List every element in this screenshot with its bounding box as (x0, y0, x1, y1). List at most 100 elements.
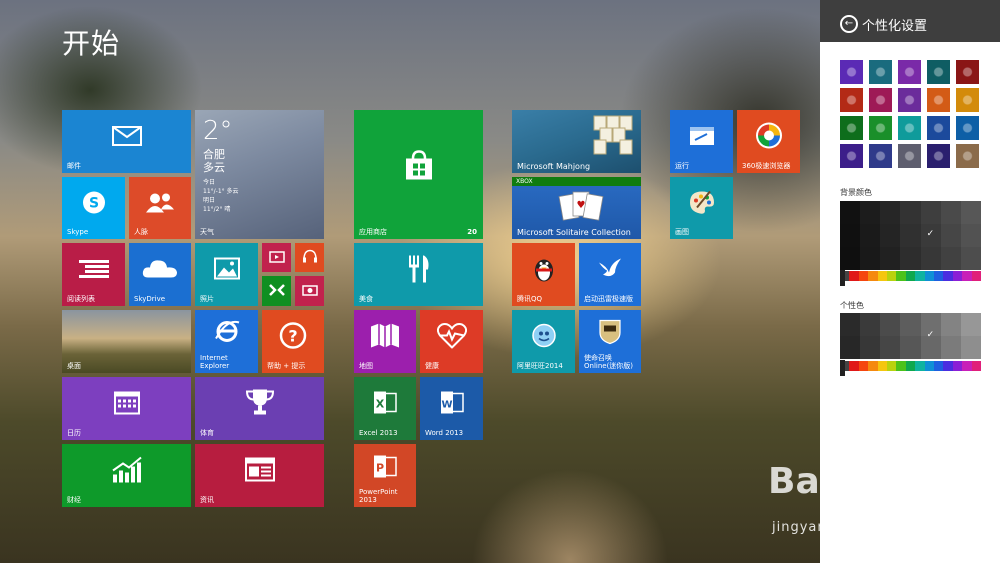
hue-segment[interactable] (943, 361, 953, 371)
tile-video[interactable] (262, 243, 291, 272)
hue-segment[interactable] (877, 361, 888, 371)
tile-powerpoint[interactable]: P PowerPoint 2013 (354, 444, 416, 507)
hue-segment[interactable] (887, 271, 897, 281)
tile-maps[interactable]: 地图 (354, 310, 416, 373)
tile-store[interactable]: 应用商店 20 (354, 110, 483, 239)
tile-thunder-browser[interactable]: 启动迅雷极速版 (579, 243, 641, 306)
color-shade-swatch[interactable] (920, 201, 942, 224)
pattern-swatch[interactable] (956, 60, 979, 84)
pattern-swatch[interactable] (898, 144, 921, 168)
tile-camera[interactable] (295, 276, 324, 306)
pattern-swatch[interactable] (840, 116, 863, 140)
color-shade-swatch[interactable] (860, 247, 881, 270)
pattern-swatch[interactable] (869, 116, 892, 140)
hue-segment[interactable] (896, 361, 906, 371)
hue-segment[interactable] (905, 271, 916, 281)
hue-segment[interactable] (868, 361, 878, 371)
hue-segment[interactable] (915, 361, 925, 371)
color-shade-swatch[interactable] (900, 336, 922, 359)
color-shade-swatch[interactable] (840, 247, 861, 270)
hue-segment[interactable] (905, 361, 916, 371)
back-arrow-icon[interactable]: ← (840, 15, 858, 33)
tile-run[interactable]: 运行 (670, 110, 733, 173)
color-shade-swatch[interactable] (880, 201, 901, 224)
pattern-swatch[interactable] (927, 144, 950, 168)
tile-skydrive[interactable]: SkyDrive (129, 243, 191, 306)
hue-segment[interactable] (971, 361, 982, 371)
color-shade-swatch[interactable] (960, 336, 982, 359)
tile-excel[interactable]: X Excel 2013 (354, 377, 416, 440)
color-shade-swatch[interactable] (860, 201, 881, 224)
pattern-swatch[interactable] (927, 60, 950, 84)
color-shade-swatch[interactable] (960, 247, 982, 270)
hue-segment[interactable] (877, 271, 888, 281)
tile-mail[interactable]: 邮件 (62, 110, 191, 173)
hue-segment[interactable] (934, 271, 944, 281)
hue-segment[interactable] (924, 361, 935, 371)
color-shade-swatch[interactable] (880, 313, 901, 336)
color-shade-swatch[interactable] (920, 247, 942, 270)
tile-calendar[interactable]: 日历 (62, 377, 191, 440)
pattern-swatch[interactable] (956, 144, 979, 168)
tile-help[interactable]: ? 帮助 + 提示 (262, 310, 324, 373)
color-shade-swatch[interactable] (900, 313, 922, 336)
color-shade-swatch[interactable] (960, 224, 982, 247)
color-shade-swatch[interactable] (840, 313, 861, 336)
pattern-swatch[interactable] (869, 88, 892, 112)
hue-segment[interactable] (849, 361, 859, 371)
pattern-swatch[interactable] (956, 88, 979, 112)
color-shade-swatch[interactable] (940, 336, 962, 359)
color-shade-swatch[interactable] (940, 247, 962, 270)
tile-music[interactable] (295, 243, 324, 272)
color-shade-swatch[interactable] (900, 247, 922, 270)
color-shade-swatch[interactable] (840, 224, 861, 247)
tile-finance[interactable]: 财经 (62, 444, 191, 507)
hue-segment[interactable] (896, 271, 906, 281)
tile-skype[interactable]: S Skype (62, 177, 125, 239)
tile-paint[interactable]: 画图 (670, 177, 733, 239)
pattern-swatch[interactable] (898, 88, 921, 112)
pattern-swatch[interactable] (840, 88, 863, 112)
hue-segment[interactable] (962, 271, 972, 281)
tile-qq[interactable]: 腾讯QQ (512, 243, 575, 306)
hue-segment[interactable] (849, 271, 859, 281)
tile-internet-explorer[interactable]: Internet Explorer (195, 310, 258, 373)
tile-aliwangwang[interactable]: 阿里旺旺2014 (512, 310, 575, 373)
hue-segment[interactable] (868, 271, 878, 281)
color-shade-swatch[interactable] (880, 247, 901, 270)
pattern-swatch[interactable] (898, 60, 921, 84)
hue-segment[interactable] (858, 271, 869, 281)
hue-segment[interactable] (934, 361, 944, 371)
hue-segment[interactable] (943, 271, 953, 281)
pattern-swatch[interactable] (927, 116, 950, 140)
color-shade-swatch[interactable] (960, 201, 982, 224)
tile-sports[interactable]: 体育 (195, 377, 324, 440)
color-shade-swatch[interactable] (900, 201, 922, 224)
color-shade-swatch[interactable] (860, 336, 881, 359)
hue-segment[interactable] (962, 361, 972, 371)
color-shade-swatch[interactable] (940, 224, 962, 247)
hue-segment[interactable] (952, 361, 963, 371)
tile-photos[interactable]: 照片 (195, 243, 258, 306)
color-shade-swatch[interactable] (960, 313, 982, 336)
hue-slider-thumb[interactable] (840, 360, 845, 376)
color-shade-swatch[interactable] (880, 336, 901, 359)
pattern-swatch[interactable] (840, 144, 863, 168)
tile-word[interactable]: W Word 2013 (420, 377, 483, 440)
pattern-swatch[interactable] (869, 60, 892, 84)
accent-hue-slider[interactable] (840, 361, 982, 371)
tile-people[interactable]: 人脉 (129, 177, 191, 239)
pattern-swatch[interactable] (840, 60, 863, 84)
hue-segment[interactable] (915, 271, 925, 281)
tile-mahjong[interactable]: Microsoft Mahjong (512, 110, 641, 173)
hue-segment[interactable] (971, 271, 982, 281)
hue-segment[interactable] (858, 361, 869, 371)
hue-segment[interactable] (924, 271, 935, 281)
tile-360-browser[interactable]: 360极速浏览器 (737, 110, 800, 173)
color-shade-swatch[interactable] (840, 336, 861, 359)
tile-desktop[interactable]: 桌面 (62, 310, 191, 373)
tile-call-of-duty[interactable]: 使命召唤 Online(迷你版) (579, 310, 641, 373)
color-shade-swatch[interactable] (940, 201, 962, 224)
tile-games[interactable] (262, 276, 291, 306)
pattern-swatch[interactable] (869, 144, 892, 168)
